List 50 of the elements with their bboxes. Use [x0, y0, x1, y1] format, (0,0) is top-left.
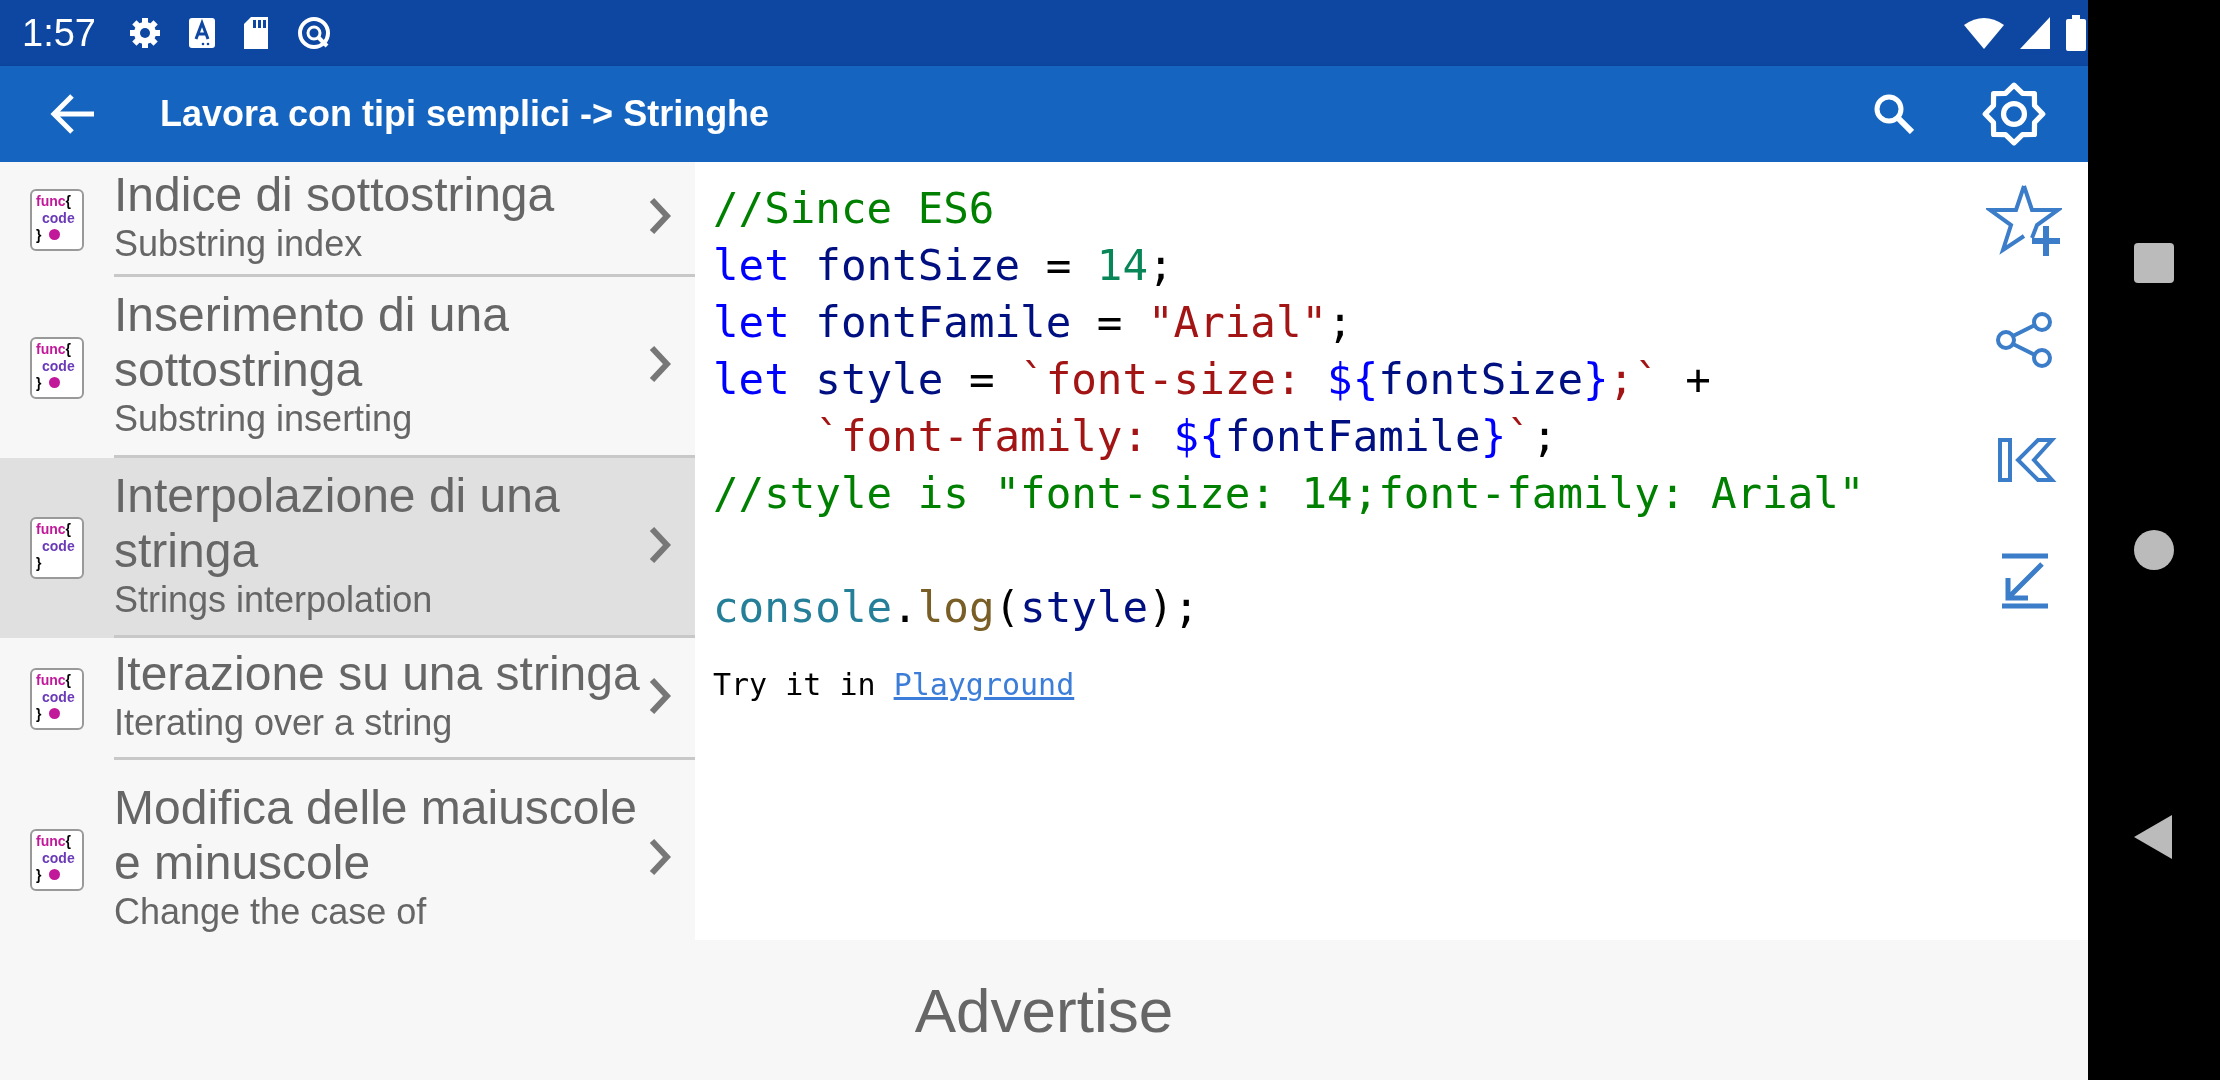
ad-banner-text: Advertise — [914, 974, 1174, 1047]
chevron-right-icon — [649, 525, 671, 564]
search-button[interactable] — [1874, 94, 1914, 134]
settings-icon — [1980, 80, 2048, 148]
search-icon — [1874, 94, 1914, 134]
code-line: //Since ES6 — [713, 183, 996, 235]
screen-title: Lavora con tipi semplici -> Stringhe — [160, 92, 771, 136]
topic-subtitle: Iterating over a string — [114, 701, 454, 745]
topic-title: Interpolazione di una stringa — [114, 467, 561, 578]
topic-subtitle: Substring inserting — [114, 397, 414, 441]
code-line: let fontFamile = "Arial"; — [713, 297, 1354, 349]
try-it-text: Try it in — [713, 667, 877, 702]
playground-link[interactable]: Playground — [893, 667, 1075, 702]
code-line: //style is "font-size: 14;font-family: Arial" — [713, 468, 1866, 520]
text-icon — [187, 17, 216, 49]
topic-item[interactable]: func{ code } Interpolazione di una stringa Strings interpolation — [0, 458, 695, 638]
code-file-icon: func{ code } — [30, 668, 84, 730]
wifi-icon — [1964, 17, 2004, 49]
battery-icon — [2066, 15, 2086, 51]
code-file-icon: func{ code } — [30, 188, 84, 251]
topic-subtitle: Substring index — [114, 221, 364, 266]
topic-subtitle: Strings interpolation — [114, 577, 434, 622]
topic-title: Inserimento di una sottostringa — [114, 287, 510, 397]
back-arrow-icon — [50, 94, 96, 134]
back-button[interactable] — [50, 94, 96, 134]
topic-title: Modifica delle maiuscole e minuscole — [114, 779, 638, 890]
chevron-right-icon — [649, 345, 671, 383]
star-plus-icon — [1986, 182, 2062, 258]
topic-subtitle: Change the case of — [114, 889, 428, 934]
topic-item[interactable]: func{ code } Iterazione su una stringa Iterating over a string — [0, 638, 695, 760]
code-line: let fontSize = 14; — [713, 240, 1175, 292]
chevron-right-icon — [649, 197, 671, 235]
circle-icon — [295, 15, 332, 51]
code-file-icon: func{ code } — [30, 829, 84, 891]
topic-item[interactable]: func{ code } Indice di sottostringa Substring index — [0, 162, 695, 277]
code-line: console.log(style); — [713, 582, 1201, 634]
status-time: 1:57 — [22, 10, 96, 56]
code-line: let style = `font-size: ${fontSize};` + — [713, 354, 1712, 406]
code-file-icon: func{ code } — [30, 336, 84, 399]
gear-icon — [127, 16, 162, 50]
topic-title: Iterazione su una stringa — [114, 646, 641, 701]
code-file-icon: func{ code } — [30, 517, 84, 579]
sd-card-icon — [241, 16, 270, 50]
signal-icon — [2020, 17, 2050, 49]
add-favorite-button[interactable] — [1986, 182, 2062, 258]
chevron-right-icon — [649, 837, 671, 876]
topic-title: Indice di sottostringa — [114, 166, 556, 222]
code-line: `font-family: ${fontFamile}`; — [814, 411, 1559, 463]
settings-button[interactable] — [1980, 80, 2048, 148]
chevron-right-icon — [649, 676, 671, 715]
